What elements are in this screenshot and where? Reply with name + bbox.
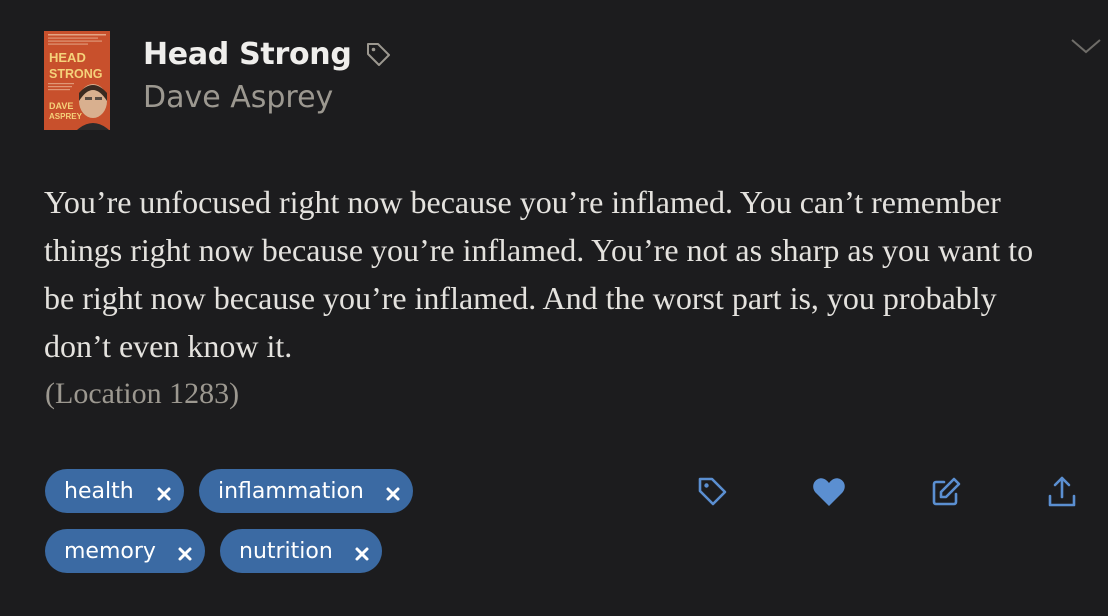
tag-chip-health: health	[45, 469, 184, 513]
cover-title-line1: HEAD	[49, 50, 86, 65]
book-title: Head Strong	[143, 36, 352, 72]
edit-icon[interactable]	[928, 474, 964, 510]
cover-title-line2: STRONG	[49, 67, 102, 81]
tag-icon[interactable]	[364, 40, 392, 68]
tag-chip-label: inflammation	[218, 478, 364, 504]
book-title-row: Head Strong	[143, 34, 392, 74]
tag-chip-memory: memory	[45, 529, 205, 573]
close-icon[interactable]	[385, 483, 401, 501]
highlight-text: You’re unfocused right now because you’r…	[44, 184, 1034, 364]
close-icon[interactable]	[156, 483, 172, 501]
share-icon[interactable]	[1044, 474, 1080, 510]
tag-chip-inflammation: inflammation	[199, 469, 413, 513]
tag-chip-label: memory	[64, 538, 156, 564]
close-icon[interactable]	[354, 543, 370, 561]
chevron-down-icon[interactable]	[1068, 32, 1104, 58]
close-icon[interactable]	[177, 543, 193, 561]
book-author: Dave Asprey	[143, 80, 334, 115]
highlight-location: (Location 1283)	[45, 377, 240, 410]
cover-author-line1: DAVE	[49, 101, 73, 111]
tag-chip-label: health	[64, 478, 134, 504]
tag-chip-label: nutrition	[239, 538, 333, 564]
heart-icon[interactable]	[811, 474, 847, 510]
tag-icon[interactable]	[695, 474, 731, 510]
cover-author-line2: ASPREY	[49, 112, 83, 121]
book-cover: HEAD STRONG DAVE ASPREY	[44, 31, 110, 130]
tag-chip-nutrition: nutrition	[220, 529, 382, 573]
